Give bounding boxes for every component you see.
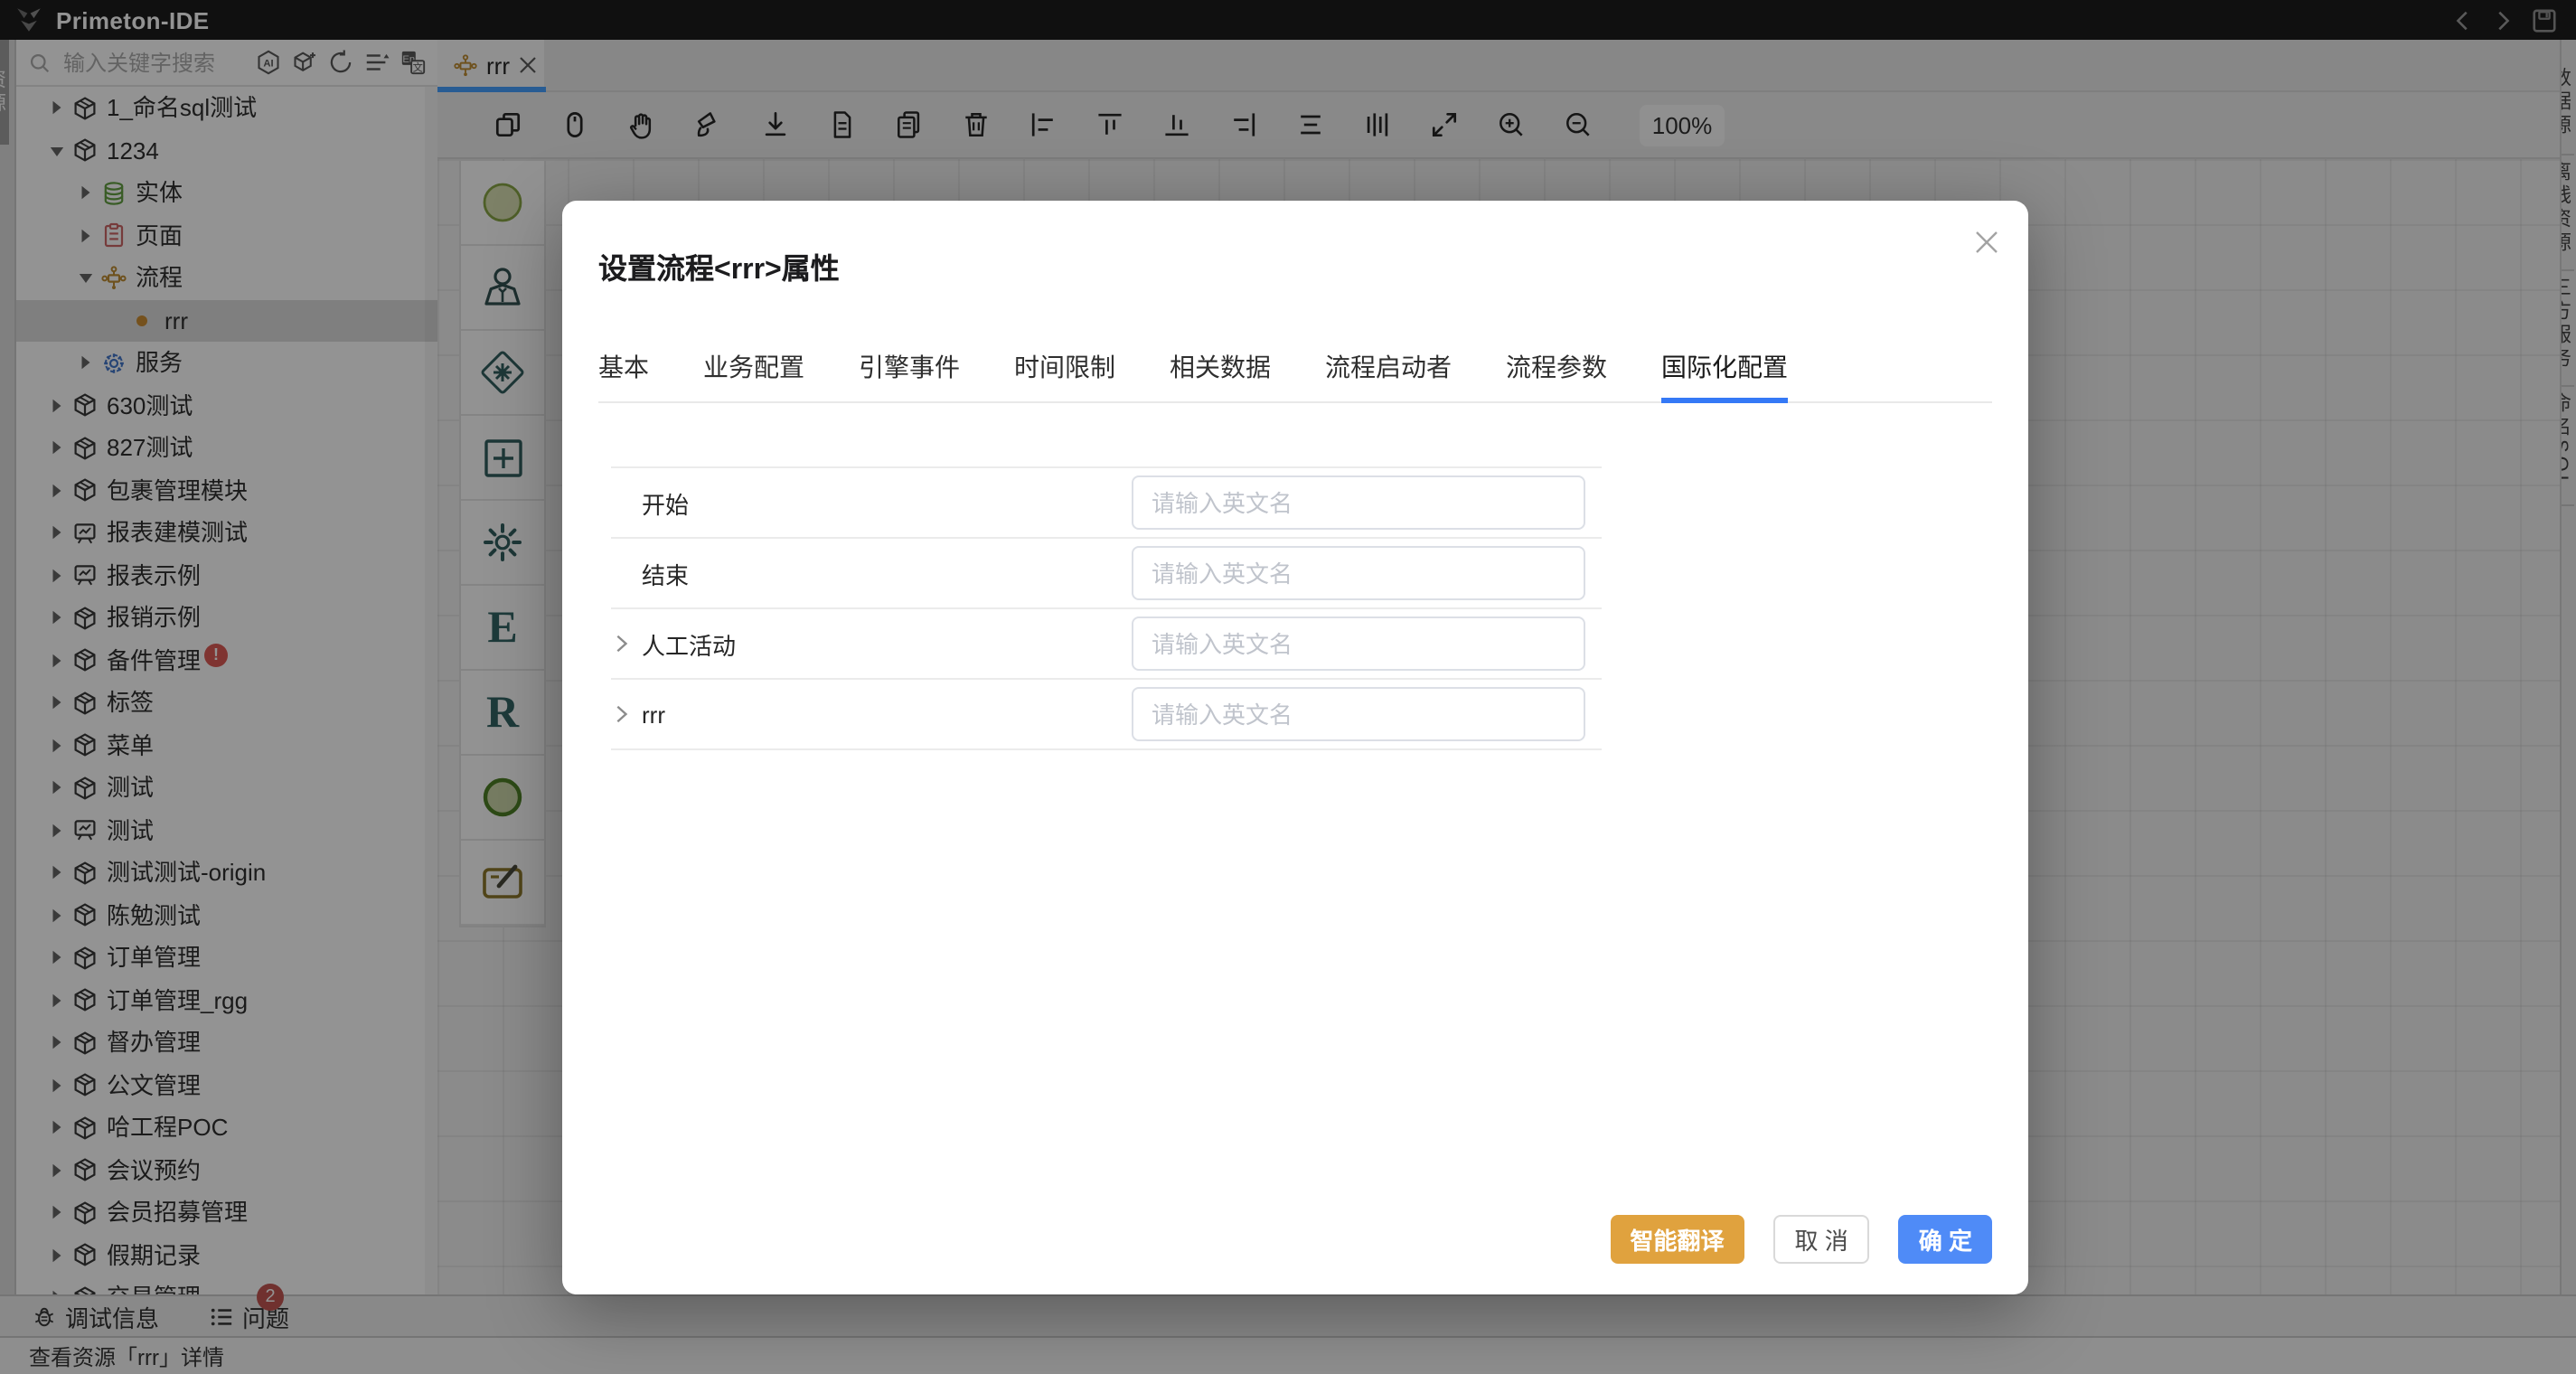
i18n-row-结束: 结束 [611, 539, 1602, 609]
row-label: 人工活动 [642, 626, 736, 661]
dialog-tab-国际化配置[interactable]: 国际化配置 [1661, 353, 1788, 401]
dialog-title: 设置流程<rrr>属性 [598, 244, 840, 287]
confirm-button[interactable]: 确 定 [1899, 1215, 1992, 1264]
dialog-tab-基本[interactable]: 基本 [598, 353, 649, 401]
expand-right-icon[interactable] [611, 704, 631, 724]
english-name-input[interactable] [1132, 546, 1585, 600]
row-label: 开始 [642, 485, 689, 520]
english-name-input[interactable] [1132, 475, 1585, 530]
row-label: 结束 [642, 556, 689, 590]
i18n-row-rrr: rrr [611, 680, 1602, 750]
dialog-footer: 智能翻译 取 消 确 定 [1610, 1215, 1992, 1264]
process-properties-dialog: 设置流程<rrr>属性 基本 业务配置 引擎事件 时间限制 相关数据 流程启动者 流程参数 国… [562, 201, 2028, 1294]
dialog-tab-引擎事件[interactable]: 引擎事件 [859, 353, 960, 401]
i18n-table: 开始结束人工活动 rrr [611, 466, 1602, 750]
app-window: Primeton-IDE 资源 输入关键字搜索 AIEn文 1_命名sql测试1… [0, 0, 2576, 1374]
english-name-input[interactable] [1132, 687, 1585, 741]
cancel-button[interactable]: 取 消 [1773, 1215, 1870, 1264]
dialog-tab-流程参数[interactable]: 流程参数 [1506, 353, 1607, 401]
dialog-tab-相关数据[interactable]: 相关数据 [1170, 353, 1271, 401]
i18n-row-人工活动: 人工活动 [611, 609, 1602, 680]
row-label: rrr [642, 701, 665, 728]
expand-right-icon[interactable] [611, 634, 631, 654]
dialog-tab-业务配置[interactable]: 业务配置 [703, 353, 804, 401]
dialog-tabs: 基本 业务配置 引擎事件 时间限制 相关数据 流程启动者 流程参数 国际化配置 [598, 353, 1992, 403]
i18n-row-开始: 开始 [611, 468, 1602, 539]
english-name-input[interactable] [1132, 616, 1585, 671]
dialog-tab-流程启动者[interactable]: 流程启动者 [1325, 353, 1452, 401]
close-icon[interactable] [1972, 228, 2001, 257]
smart-translate-button[interactable]: 智能翻译 [1610, 1215, 1744, 1264]
dialog-tab-时间限制[interactable]: 时间限制 [1014, 353, 1115, 401]
